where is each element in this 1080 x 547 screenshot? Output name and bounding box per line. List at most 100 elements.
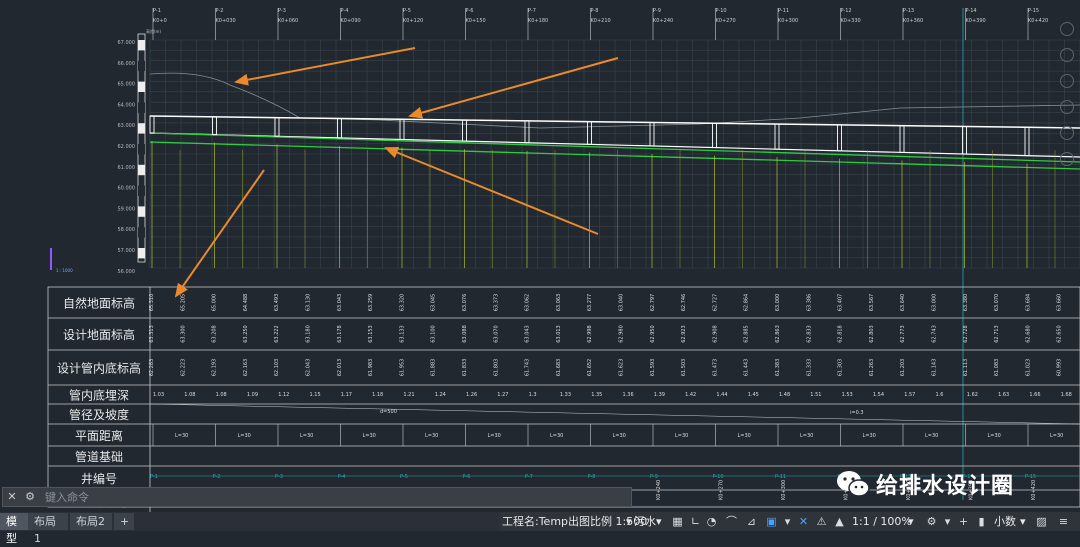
- scale-note: 1 : 1000: [56, 268, 73, 273]
- wrench-icon[interactable]: ⚙: [23, 490, 37, 504]
- elevation-tick: 56.000: [118, 269, 136, 275]
- invert-value: 61.683: [556, 359, 562, 377]
- showmotion-icon[interactable]: [1060, 126, 1074, 140]
- station-km: K0+060: [278, 18, 298, 24]
- natural-ground-value: 63.567: [869, 294, 875, 312]
- grid-icon[interactable]: ▦: [670, 514, 685, 529]
- plus-icon[interactable]: +: [956, 514, 971, 529]
- command-line: ✕ ⚙: [2, 487, 632, 507]
- natural-ground-value: 63.660: [1057, 294, 1063, 312]
- chevron-down-icon[interactable]: ▾: [908, 512, 914, 531]
- chevron-down-icon[interactable]: ▾: [780, 514, 795, 529]
- well-id: P-2: [213, 474, 221, 480]
- osnap-icon[interactable]: ⊿: [744, 514, 759, 529]
- station-id: P-4: [341, 8, 349, 14]
- depth-value: 1.27: [497, 392, 508, 398]
- chevron-down-icon[interactable]: ▾: [626, 512, 632, 531]
- command-input[interactable]: [45, 488, 625, 506]
- invert-value: 61.383: [775, 359, 781, 377]
- design-ground-value: 63.208: [212, 325, 218, 343]
- isolate-icon[interactable]: ▨: [1034, 514, 1049, 529]
- orbit-icon[interactable]: [1060, 100, 1074, 114]
- depth-value: 1.68: [1061, 392, 1072, 398]
- slope-value: i=0.3: [850, 410, 864, 416]
- tab-layout1[interactable]: 布局1: [28, 513, 68, 545]
- chevron-down-icon[interactable]: ▾: [940, 514, 955, 529]
- elevation-tick: 62.000: [118, 144, 136, 150]
- station-km: K0+0: [153, 18, 167, 24]
- annotation-arrow: [408, 57, 619, 119]
- natural-ground-value: 63.640: [900, 294, 906, 312]
- invert-value: 61.143: [932, 359, 938, 377]
- segment-length: L=30: [238, 433, 251, 439]
- units-selector[interactable]: 小数: [994, 512, 1016, 531]
- natural-ground-value: 62.746: [681, 294, 687, 312]
- medium-selector[interactable]: 污水: [634, 512, 656, 531]
- station-id: P-12: [841, 8, 852, 14]
- lock-icon[interactable]: ▮: [974, 514, 989, 529]
- axis-segment: [138, 123, 145, 134]
- natural-ground-value: 63.040: [619, 294, 625, 312]
- invert-value: 62.103: [274, 359, 280, 377]
- natural-ground-value: 63.684: [1025, 294, 1031, 312]
- design-ground-value: 62.728: [963, 325, 969, 343]
- annotation-icon[interactable]: ✕: [796, 514, 811, 529]
- tab-model[interactable]: 模型: [0, 513, 28, 545]
- design-ground-value: 63.070: [493, 325, 499, 343]
- design-ground-value: 63.300: [180, 325, 186, 343]
- add-tab-icon[interactable]: +: [114, 513, 134, 530]
- axis-segment: [138, 81, 145, 92]
- design-ground-value: 62.885: [744, 325, 750, 343]
- viewcube-icon[interactable]: [1060, 152, 1074, 166]
- station-id: P-6: [466, 8, 474, 14]
- station-id: P-2: [216, 8, 224, 14]
- polar-icon[interactable]: ◔: [704, 514, 719, 529]
- annotation-scale-icon[interactable]: ⚠: [814, 514, 829, 529]
- elevation-tick: 58.000: [118, 227, 136, 233]
- visibility-icon[interactable]: ▲: [832, 514, 847, 529]
- station-id: P-14: [966, 8, 977, 14]
- invert-value: 61.743: [525, 359, 531, 377]
- zoom-icon[interactable]: [1060, 48, 1074, 62]
- close-icon[interactable]: ✕: [5, 490, 19, 504]
- segment-length: L=30: [613, 433, 626, 439]
- depth-value: 1.17: [341, 392, 352, 398]
- steering-wheel-icon[interactable]: [1060, 22, 1074, 36]
- zoom-scale[interactable]: 1:1 / 100%: [852, 512, 912, 531]
- depth-value: 1.42: [685, 392, 696, 398]
- pan-icon[interactable]: [1060, 74, 1074, 88]
- chevron-down-icon[interactable]: ▾: [1020, 512, 1026, 531]
- station-km: K0+030: [216, 18, 236, 24]
- snap-icon[interactable]: ▣: [764, 514, 779, 529]
- isodraft-icon[interactable]: ⌒: [724, 514, 739, 529]
- design-ground-value: 63.222: [274, 325, 280, 343]
- invert-value: 61.303: [838, 359, 844, 377]
- well-id: P-9: [650, 474, 658, 480]
- chevron-down-icon[interactable]: ▾: [656, 512, 662, 531]
- depth-value: 1.48: [779, 392, 790, 398]
- gear-icon[interactable]: ⚙: [924, 514, 939, 529]
- depth-value: 1.21: [403, 392, 414, 398]
- natural-ground-value: 63.259: [368, 294, 374, 312]
- station-km: K0+240: [653, 18, 673, 24]
- depth-value: 1.54: [873, 392, 884, 398]
- design-ground-value: 62.950: [650, 325, 656, 343]
- axis-segment: [138, 102, 145, 113]
- natural-ground-value: 63.062: [525, 294, 531, 312]
- depth-value: 1.33: [560, 392, 571, 398]
- tab-layout2[interactable]: 布局2: [70, 513, 112, 530]
- axis-segment: [138, 227, 145, 238]
- drawing-canvas[interactable]: 67.000 66.000 65.000 64.000 63.000 62.000 61.0…: [0, 0, 1080, 512]
- table-row-label: 设计地面标高: [63, 327, 135, 342]
- menu-icon[interactable]: ≡: [1056, 514, 1071, 529]
- invert-value: 61.443: [744, 359, 750, 377]
- design-ground-value: 62.650: [1057, 325, 1063, 343]
- pipe-size: d=500: [380, 409, 397, 415]
- depth-value: 1.09: [247, 392, 258, 398]
- invert-value: 61.623: [619, 359, 625, 377]
- bottom-km: K0+240: [656, 480, 662, 500]
- elevation-tick: 64.000: [118, 102, 136, 108]
- invert-value: 62.163: [243, 359, 249, 377]
- nav-toolbar: [1056, 12, 1078, 172]
- ortho-icon[interactable]: ∟: [688, 514, 703, 529]
